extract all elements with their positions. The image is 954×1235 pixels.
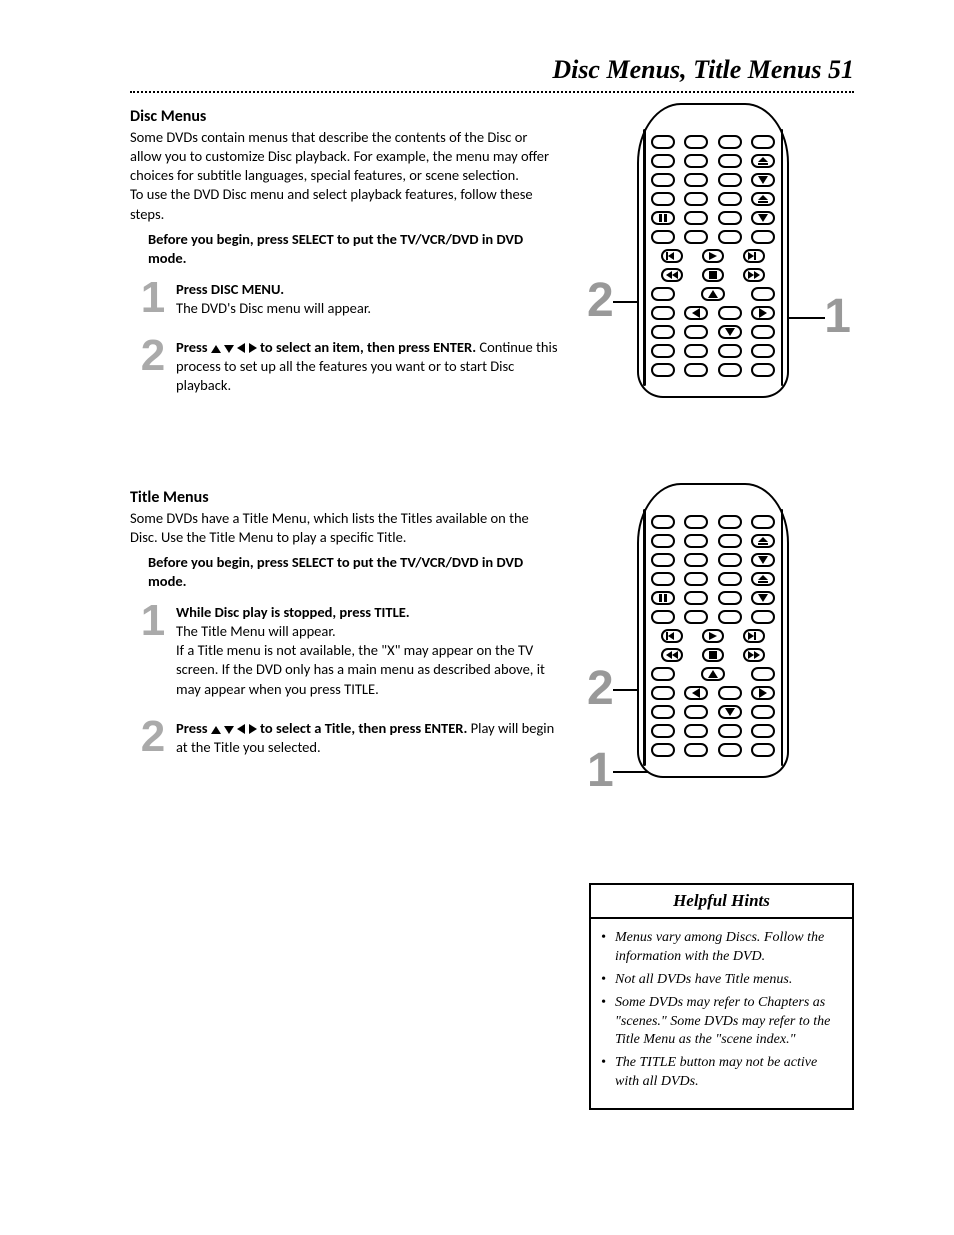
skip-back-icon [661, 629, 683, 643]
skip-fwd-icon [743, 629, 765, 643]
down-icon [718, 325, 742, 339]
hints-title: Helpful Hints [591, 885, 852, 919]
step-lead-a: Press [176, 719, 211, 737]
skip-fwd-icon [743, 249, 765, 263]
hint-item: Some DVDs may refer to Chapters as "scen… [601, 994, 842, 1051]
play-icon [702, 249, 724, 263]
left-icon [684, 686, 708, 700]
pause-icon [651, 591, 675, 605]
right-icon [751, 306, 775, 320]
left-icon [684, 306, 708, 320]
hint-item: Menus vary among Discs. Follow the infor… [601, 929, 842, 967]
step-lead: While Disc play is stopped, press TITLE. [176, 603, 410, 621]
step-body: Press DISC MENU. The DVD's Disc menu wil… [176, 278, 371, 318]
hint-item: Not all DVDs have Title menus. [601, 971, 842, 990]
step-lead-a: Press [176, 338, 211, 356]
remote-illustration-2: 2 1 [589, 483, 849, 843]
arrow-icons [211, 338, 257, 356]
up-icon [701, 667, 725, 681]
callout-line [785, 317, 825, 319]
arrow-icons [211, 719, 257, 737]
helpful-hints-box: Helpful Hints Menus vary among Discs. Fo… [589, 883, 854, 1110]
rew-icon [661, 268, 683, 282]
stop-icon [702, 648, 724, 662]
disc-intro-1: Some DVDs contain menus that describe th… [130, 128, 559, 185]
step-number: 1 [130, 601, 176, 641]
step-number: 2 [130, 717, 176, 757]
step-lead-b: to select a Title, then press ENTER. [257, 719, 468, 737]
down-icon [751, 553, 775, 567]
disc-step-2: 2 Press to select an item, then press EN… [130, 336, 559, 395]
step-number: 2 [130, 336, 176, 376]
disc-preface: Before you begin, press SELECT to put th… [148, 230, 559, 268]
step-lead: Press DISC MENU. [176, 280, 284, 298]
disc-step-1: 1 Press DISC MENU. The DVD's Disc menu w… [130, 278, 559, 318]
step-text: The DVD's Disc menu will appear. [176, 299, 371, 317]
remote-body [637, 483, 789, 778]
down-icon [751, 173, 775, 187]
step-body: While Disc play is stopped, press TITLE.… [176, 601, 559, 699]
step-text-2: If a Title menu is not available, the "X… [176, 641, 545, 697]
stop-icon [702, 268, 724, 282]
illustration-column: 2 1 2 1 [589, 103, 854, 1110]
step-body: Press to select an item, then press ENTE… [176, 336, 559, 395]
step-lead-b: to select an item, then press ENTER. [257, 338, 476, 356]
eject-icon [751, 192, 775, 206]
hints-list: Menus vary among Discs. Follow the infor… [591, 919, 852, 1108]
text-column: Disc Menus Some DVDs contain menus that … [130, 103, 559, 1110]
title-preface: Before you begin, press SELECT to put th… [148, 553, 559, 591]
pause-icon [651, 211, 675, 225]
ff-icon [743, 268, 765, 282]
page-title: Disc Menus, Title Menus 51 [130, 55, 854, 85]
eject-icon [751, 572, 775, 586]
down-icon [718, 705, 742, 719]
disc-intro-2: To use the DVD Disc menu and select play… [130, 185, 559, 223]
eject-icon [751, 154, 775, 168]
down-icon [751, 591, 775, 605]
remote-body [637, 103, 789, 398]
up-icon [701, 287, 725, 301]
rew-icon [661, 648, 683, 662]
down-icon [751, 211, 775, 225]
title-intro: Some DVDs have a Title Menu, which lists… [130, 509, 559, 547]
step-number: 1 [130, 278, 176, 318]
callout-1: 1 [824, 289, 851, 344]
hint-item: The TITLE button may not be active with … [601, 1054, 842, 1092]
step-text-1: The Title Menu will appear. [176, 622, 336, 640]
ff-icon [743, 648, 765, 662]
play-icon [702, 629, 724, 643]
title-step-2: 2 Press to select a Title, then press EN… [130, 717, 559, 757]
title-menus-heading: Title Menus [130, 488, 559, 507]
content-columns: Disc Menus Some DVDs contain menus that … [130, 103, 854, 1110]
eject-icon [751, 534, 775, 548]
callout-2: 2 [587, 661, 614, 716]
remote-illustration-1: 2 1 [589, 103, 849, 443]
skip-back-icon [661, 249, 683, 263]
title-step-1: 1 While Disc play is stopped, press TITL… [130, 601, 559, 699]
disc-menus-heading: Disc Menus [130, 107, 559, 126]
header-divider [130, 91, 854, 93]
callout-2: 2 [587, 273, 614, 328]
step-body: Press to select a Title, then press ENTE… [176, 717, 559, 757]
right-icon [751, 686, 775, 700]
callout-1: 1 [587, 743, 614, 798]
